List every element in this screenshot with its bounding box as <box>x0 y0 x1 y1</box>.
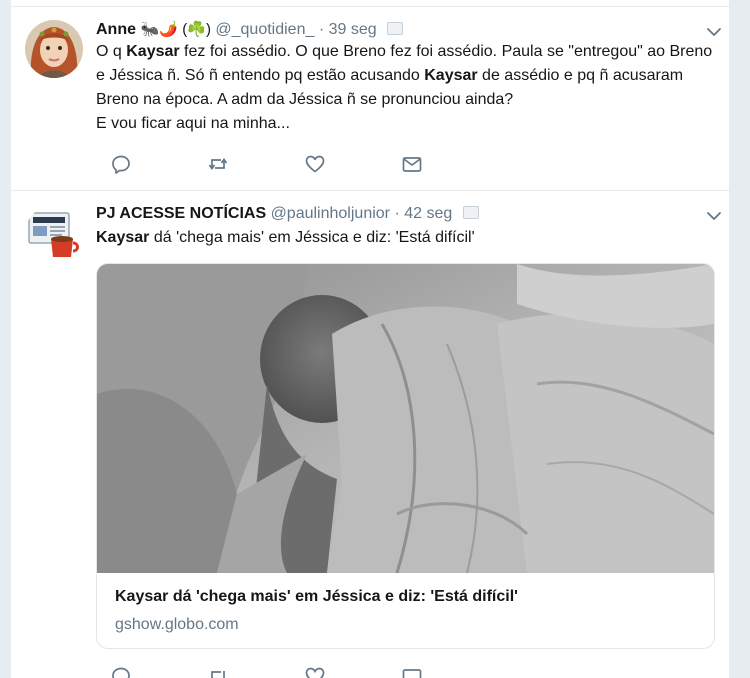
text-segment: O q <box>96 43 127 60</box>
link-card[interactable]: Kaysar dá 'chega mais' em Jéssica e diz:… <box>96 263 715 649</box>
handle[interactable]: @paulinholjunior <box>271 205 390 222</box>
avatar[interactable] <box>25 20 83 78</box>
avatar[interactable] <box>25 205 83 263</box>
card-domain[interactable]: gshow.globo.com <box>115 614 239 636</box>
chevron-down-icon[interactable] <box>705 23 723 41</box>
timestamp[interactable]: 39 seg <box>329 21 377 38</box>
translate-icon <box>462 206 479 219</box>
like-icon[interactable] <box>304 153 326 175</box>
chevron-down-icon[interactable] <box>705 207 723 225</box>
timeline: Anne 🐜🌶️ (☘️) @_quotidien_ · 39 seg O q … <box>10 0 730 678</box>
reply-icon[interactable] <box>110 665 132 678</box>
display-name[interactable]: PJ ACESSE NOTÍCIAS <box>96 205 266 222</box>
retweet-icon[interactable] <box>207 665 229 678</box>
direct-message-icon[interactable] <box>401 665 423 678</box>
tweet[interactable]: Anne 🐜🌶️ (☘️) @_quotidien_ · 39 seg O q … <box>11 7 729 191</box>
display-name[interactable]: Anne <box>96 21 136 38</box>
separator: · <box>394 205 400 222</box>
translate-icon <box>387 22 404 35</box>
text-segment: dá 'chega mais' em Jéssica e diz: 'Está … <box>149 229 475 246</box>
timestamp[interactable]: 42 seg <box>404 205 452 222</box>
direct-message-icon[interactable] <box>401 153 423 175</box>
like-icon[interactable] <box>304 665 326 678</box>
name-suffix: (☘️) <box>182 21 211 38</box>
text-highlight: Kaysar <box>424 67 478 84</box>
tweet-header: Anne 🐜🌶️ (☘️) @_quotidien_ · 39 seg <box>96 18 713 42</box>
tweet-header: PJ ACESSE NOTÍCIAS @paulinholjunior · 42… <box>96 202 713 226</box>
tweet-text: O q Kaysar fez foi assédio. O que Breno … <box>96 40 715 136</box>
text-highlight: Kaysar <box>96 229 150 246</box>
retweet-icon[interactable] <box>207 153 229 175</box>
tweet[interactable]: PJ ACESSE NOTÍCIAS @paulinholjunior · 42… <box>11 191 729 678</box>
tweet-text: Kaysar dá 'chega mais' em Jéssica e diz:… <box>96 226 715 250</box>
text-highlight: Kaysar <box>126 43 180 60</box>
name-emojis: 🐜🌶️ <box>140 21 178 38</box>
card-title[interactable]: Kaysar dá 'chega mais' em Jéssica e diz:… <box>115 586 518 608</box>
reply-icon[interactable] <box>110 153 132 175</box>
card-image[interactable] <box>97 264 714 573</box>
text-segment: E vou ficar aqui na minha... <box>96 115 290 132</box>
handle[interactable]: @_quotidien_ <box>215 21 314 38</box>
separator: · <box>318 21 325 38</box>
